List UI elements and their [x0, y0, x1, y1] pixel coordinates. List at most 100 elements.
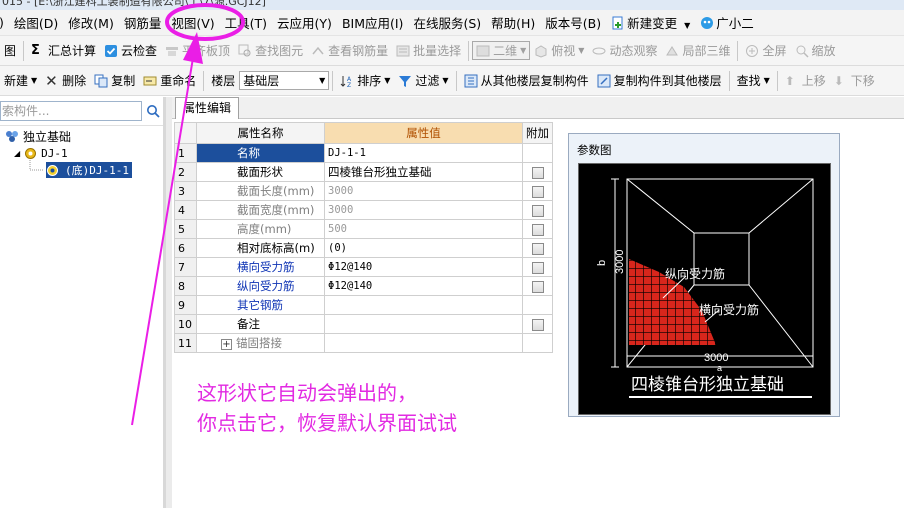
- panel-splitter[interactable]: [166, 97, 172, 508]
- property-value[interactable]: 3000: [324, 181, 523, 201]
- copy-to-other-floor-label: 复制构件到其他楼层: [613, 74, 722, 88]
- move-up-button[interactable]: ⬆ 上移: [781, 69, 830, 93]
- filter-icon: [399, 75, 412, 87]
- extra-checkbox[interactable]: [531, 223, 544, 236]
- menu-item-partial[interactable]: ): [0, 15, 9, 30]
- extra-cell[interactable]: [522, 257, 553, 277]
- property-value[interactable]: 四棱锥台形独立基础: [324, 162, 523, 182]
- tab-strip: 属性编辑: [172, 97, 904, 119]
- chevron-down-icon: ▼: [520, 46, 527, 55]
- rename-button[interactable]: 重命名: [139, 69, 200, 93]
- property-value[interactable]: [324, 295, 523, 315]
- toolbar-partial-item[interactable]: 图: [0, 39, 20, 63]
- extra-checkbox[interactable]: [531, 204, 544, 217]
- property-name: 横向受力筋: [196, 257, 325, 277]
- extra-checkbox[interactable]: [531, 261, 544, 274]
- summary-calc-button[interactable]: Σ 汇总计算: [27, 39, 100, 63]
- grid-row[interactable]: 9 其它钢筋: [174, 295, 553, 315]
- property-value[interactable]: [324, 314, 523, 334]
- copy-from-other-floor-button[interactable]: 从其他楼层复制构件: [460, 69, 593, 93]
- component-tree: 独立基础 ◢ DJ-1 (底)DJ-1-1: [0, 125, 163, 178]
- dynamic-orbit-button[interactable]: 动态观察: [588, 39, 661, 63]
- search-button[interactable]: [143, 101, 163, 121]
- extra-checkbox[interactable]: [531, 185, 544, 198]
- new-label: 新建: [4, 74, 29, 88]
- cloud-check-label: 云检查: [121, 44, 158, 58]
- row-number: 3: [174, 181, 197, 201]
- component-search-input[interactable]: 索构件...: [0, 101, 142, 121]
- menu-item-online[interactable]: 在线服务(S): [408, 13, 486, 32]
- menu-item-tools[interactable]: 工具(T): [220, 13, 272, 32]
- extra-cell[interactable]: [522, 219, 553, 239]
- expand-icon[interactable]: +: [221, 339, 232, 350]
- grid-row[interactable]: 2 截面形状 四棱锥台形独立基础: [174, 162, 553, 182]
- delete-button[interactable]: ✕ 删除: [41, 69, 90, 93]
- menu-item-modify[interactable]: 修改(M): [63, 13, 119, 32]
- grid-header-extra: 附加: [522, 122, 553, 144]
- menu-item-new-change[interactable]: 新建变更 ▼: [606, 13, 695, 32]
- view-mode-select[interactable]: 二维 ▼: [472, 41, 531, 60]
- zoom-label: 缩放: [811, 44, 836, 58]
- menu-item-version[interactable]: 版本号(B): [540, 13, 606, 32]
- grid-row[interactable]: 5 高度(mm) 500: [174, 219, 553, 239]
- menu-item-assistant[interactable]: 广小二: [695, 13, 759, 32]
- property-value[interactable]: 3000: [324, 200, 523, 220]
- extra-cell[interactable]: [522, 181, 553, 201]
- extra-checkbox[interactable]: [531, 242, 544, 255]
- property-value[interactable]: 500: [324, 219, 523, 239]
- annotation-line-1: 这形状它自动会弹出的，: [197, 381, 417, 405]
- extra-cell[interactable]: [522, 162, 553, 182]
- menu-item-cloud[interactable]: 云应用(Y): [272, 13, 337, 32]
- menu-item-draw[interactable]: 绘图(D): [9, 13, 63, 32]
- grid-row[interactable]: 6 相对底标高(m) (0): [174, 238, 553, 258]
- grid-row[interactable]: 8 纵向受力筋 Φ12@140: [174, 276, 553, 296]
- extra-cell[interactable]: [522, 238, 553, 258]
- property-value[interactable]: [324, 333, 523, 353]
- batch-select-button[interactable]: 批量选择: [392, 39, 465, 63]
- top-view-button[interactable]: 俯视 ▼: [530, 39, 588, 63]
- menu-item-view[interactable]: 视图(V): [166, 13, 219, 32]
- parameter-figure[interactable]: 纵向受力筋 横向受力筋 b 3000 3000 a 四棱锥台形独立基础: [578, 163, 831, 415]
- new-button[interactable]: 新建 ▼: [0, 69, 41, 93]
- cloud-check-button[interactable]: 云检查: [100, 39, 161, 63]
- pyramid-footing-diagram: 纵向受力筋 横向受力筋 b 3000 3000 a 四棱锥台形独立基础: [596, 178, 814, 398]
- view-rebar-button[interactable]: 查看钢筋量: [307, 39, 392, 63]
- property-value[interactable]: Φ12@140: [324, 276, 523, 296]
- property-value[interactable]: (0): [324, 238, 523, 258]
- menu-item-bim[interactable]: BIM应用(I): [337, 13, 409, 32]
- grid-row[interactable]: 10 备注: [174, 314, 553, 334]
- grid-row[interactable]: 7 横向受力筋 Φ12@140: [174, 257, 553, 277]
- find-button[interactable]: 查找 ▼: [733, 69, 774, 93]
- zoom-button[interactable]: 缩放: [791, 39, 840, 63]
- extra-cell[interactable]: [522, 276, 553, 296]
- toolbar-separator: [455, 70, 457, 91]
- toolbar-separator: [23, 40, 25, 61]
- extra-checkbox[interactable]: [531, 318, 544, 331]
- grid-row[interactable]: 4 截面宽度(mm) 3000: [174, 200, 553, 220]
- copy-to-other-floor-button[interactable]: 复制构件到其他楼层: [593, 69, 726, 93]
- align-slab-top-button[interactable]: 平齐板顶: [161, 39, 234, 63]
- local-3d-button[interactable]: 局部三维: [661, 39, 734, 63]
- sort-button[interactable]: A Z 排序 ▼: [336, 69, 394, 93]
- align-slab-icon: [166, 46, 179, 56]
- find-element-button[interactable]: 查找图元: [234, 39, 307, 63]
- tab-property-editor[interactable]: 属性编辑: [175, 97, 239, 119]
- extra-cell[interactable]: [522, 314, 553, 334]
- menu-item-rebar[interactable]: 钢筋量: [119, 13, 167, 32]
- property-value[interactable]: Φ12@140: [324, 257, 523, 277]
- fullscreen-button[interactable]: 全屏: [741, 39, 790, 63]
- grid-row[interactable]: 1 名称 DJ-1-1: [174, 143, 553, 163]
- extra-checkbox[interactable]: [531, 280, 544, 293]
- property-name-expandable[interactable]: + 锚固搭接: [196, 333, 325, 353]
- extra-cell[interactable]: [522, 200, 553, 220]
- grid-row[interactable]: 3 截面长度(mm) 3000: [174, 181, 553, 201]
- filter-button[interactable]: 过滤 ▼: [394, 69, 452, 93]
- floor-select[interactable]: 基础层 ▼: [239, 71, 330, 90]
- grid-row[interactable]: 11 + 锚固搭接: [174, 333, 553, 353]
- property-value[interactable]: DJ-1-1: [324, 143, 523, 163]
- menu-item-help[interactable]: 帮助(H): [486, 13, 540, 32]
- search-icon: [147, 105, 160, 118]
- move-down-button[interactable]: ⬇ 下移: [830, 69, 879, 93]
- copy-button[interactable]: 复制: [90, 69, 139, 93]
- extra-checkbox[interactable]: [531, 166, 544, 179]
